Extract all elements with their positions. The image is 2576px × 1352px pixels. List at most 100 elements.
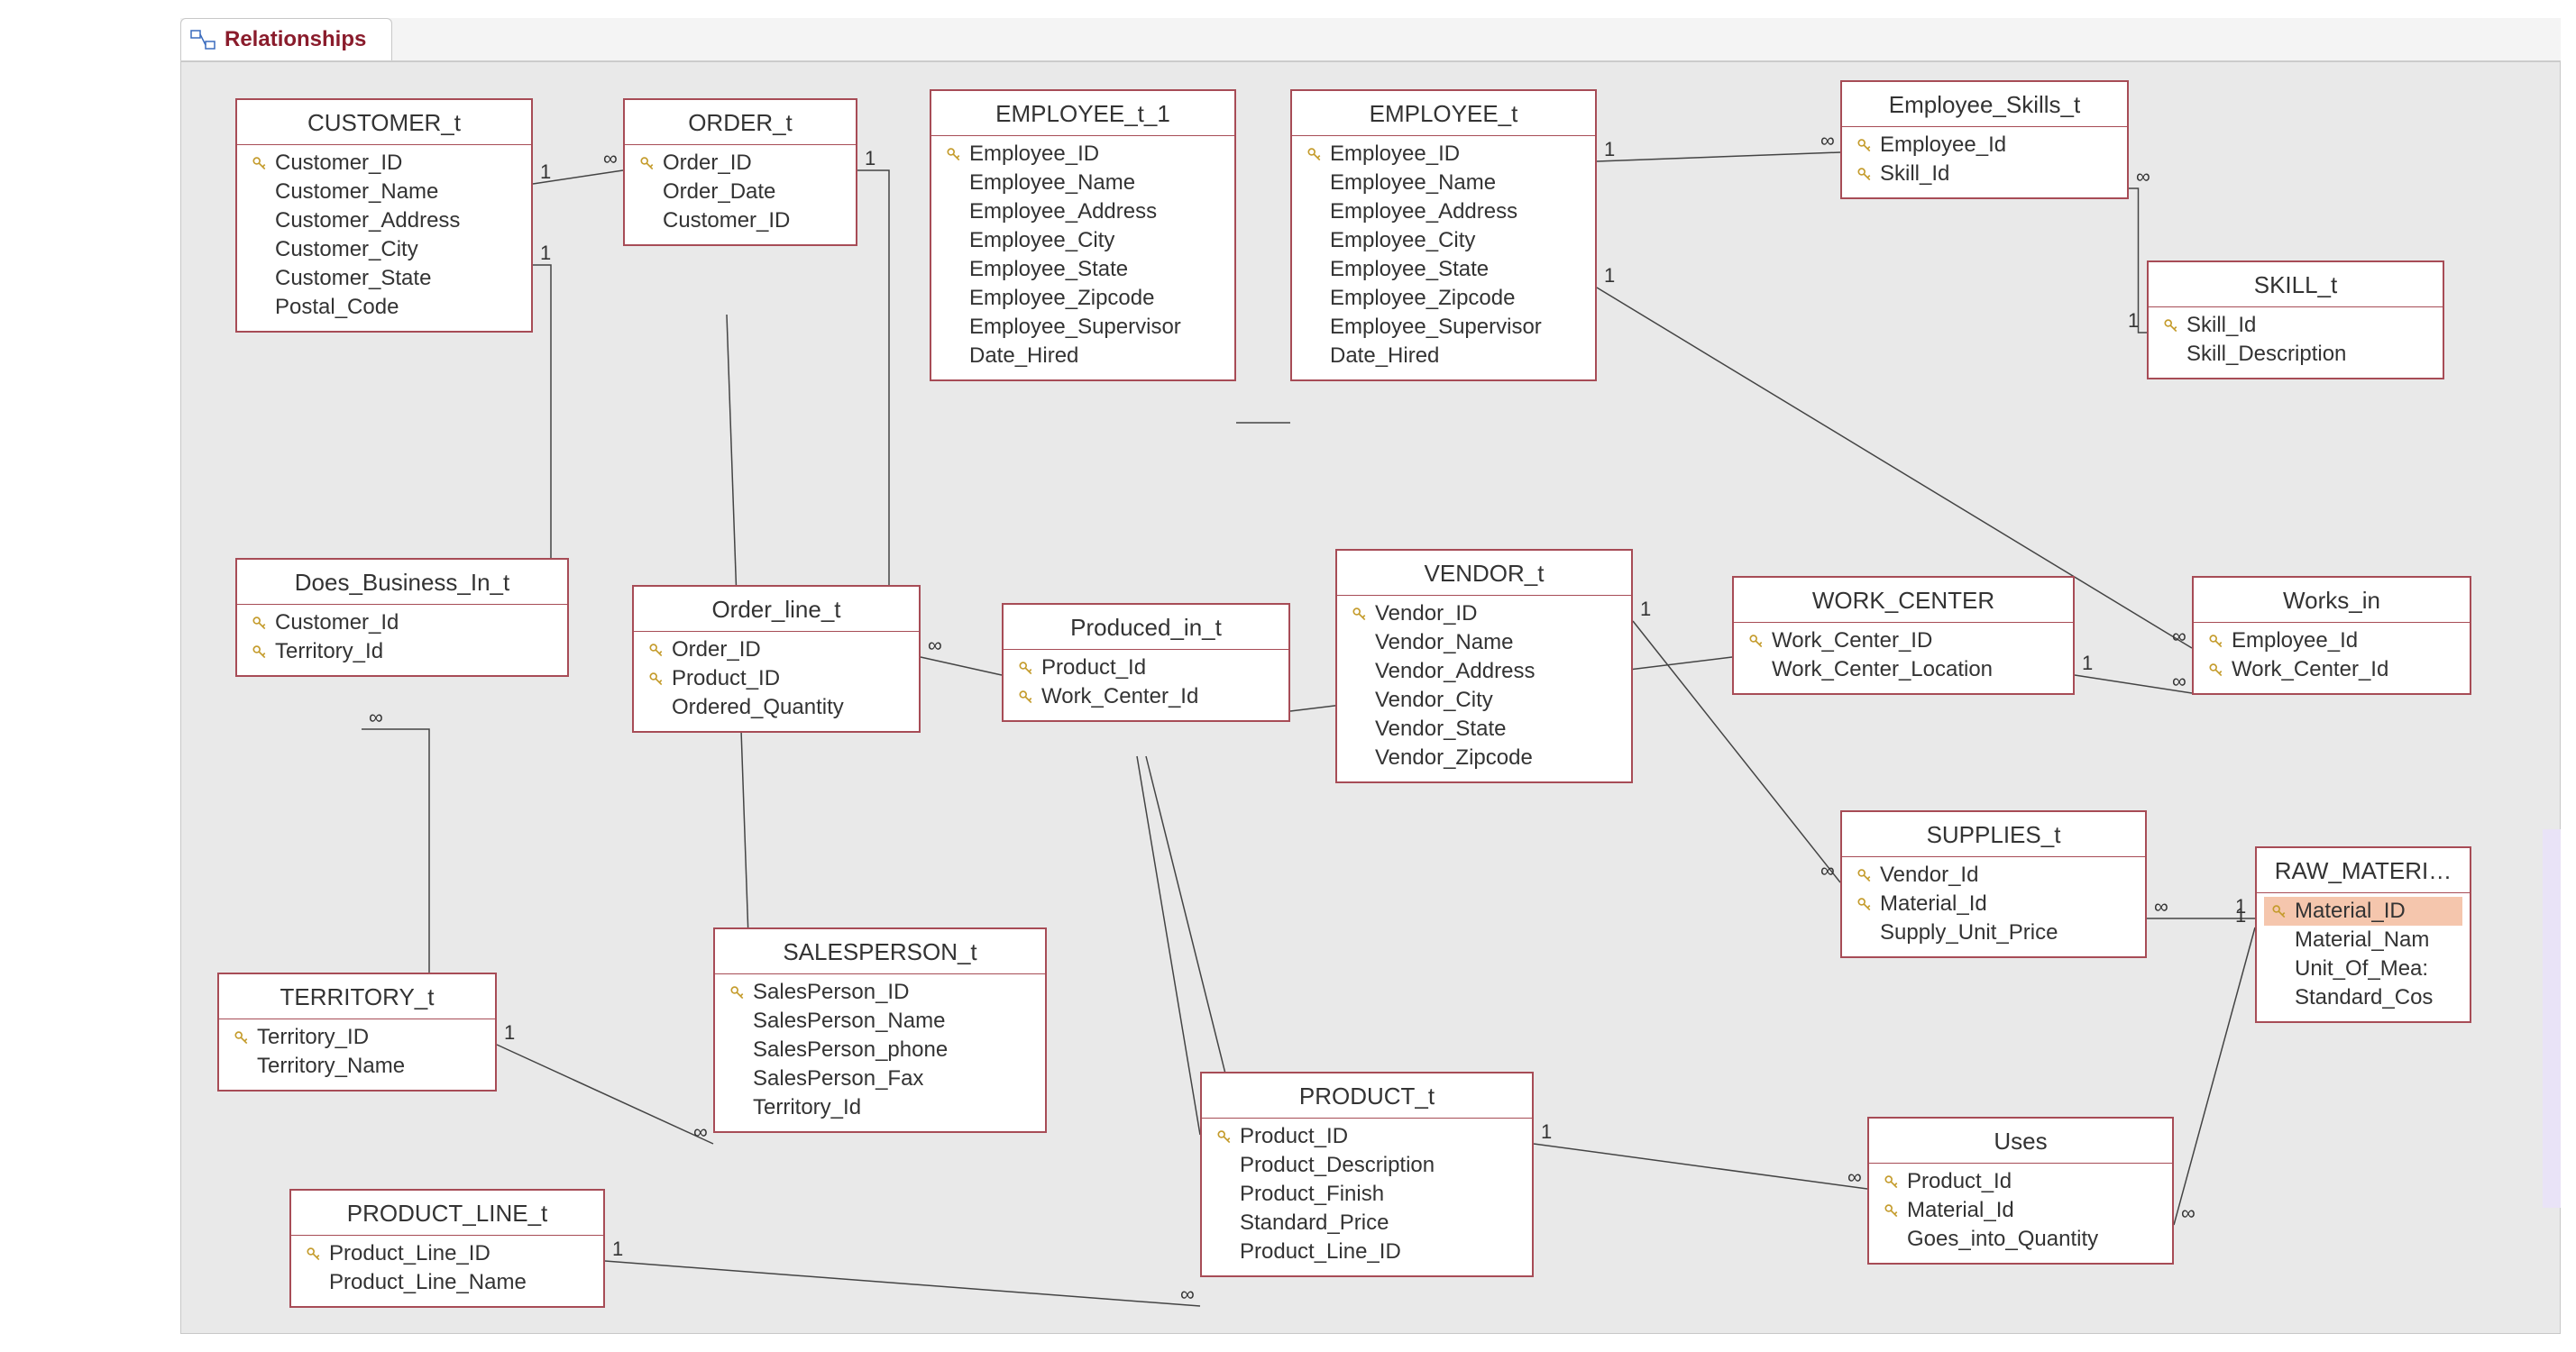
field-product_finish[interactable]: Product_Finish <box>1209 1180 1525 1209</box>
field-product_id[interactable]: Product_Id <box>1011 653 1281 682</box>
table-emp[interactable]: EMPLOYEE_tEmployee_IDEmployee_NameEmploy… <box>1290 89 1597 381</box>
table-orderline[interactable]: Order_line_t Order_IDProduct_IDOrdered_Qu… <box>632 585 921 733</box>
field-postal_code[interactable]: Postal_Code <box>244 293 524 322</box>
key-icon <box>1882 1172 1902 1192</box>
field-customer_city[interactable]: Customer_City <box>244 235 524 264</box>
field-territory_name[interactable]: Territory_Name <box>226 1052 488 1081</box>
field-vendor_zipcode[interactable]: Vendor_Zipcode <box>1344 744 1624 772</box>
field-order_id[interactable]: Order_ID <box>641 635 912 664</box>
field-customer_state[interactable]: Customer_State <box>244 264 524 293</box>
table-worksin[interactable]: Works_inEmployee_IdWork_Center_Id <box>2192 576 2471 695</box>
table-emp1[interactable]: EMPLOYEE_t_1Employee_IDEmployee_NameEmpl… <box>930 89 1236 381</box>
field-product_id[interactable]: Product_ID <box>1209 1122 1525 1151</box>
field-salesperson_name[interactable]: SalesPerson_Name <box>722 1007 1038 1036</box>
field-material_id[interactable]: Material_Id <box>1849 890 2138 918</box>
table-uses[interactable]: UsesProduct_IdMaterial_IdGoes_into_Quant… <box>1867 1117 2174 1265</box>
field-employee_address[interactable]: Employee_Address <box>939 197 1227 226</box>
table-vendor[interactable]: VENDOR_tVendor_IDVendor_NameVendor_Addre… <box>1335 549 1633 783</box>
field-work_center_id[interactable]: Work_Center_Id <box>2201 655 2462 684</box>
field-name: Employee_Name <box>1330 170 1496 196</box>
field-order_id[interactable]: Order_ID <box>632 149 848 178</box>
field-employee_name[interactable]: Employee_Name <box>1299 169 1588 197</box>
field-employee_city[interactable]: Employee_City <box>1299 226 1588 255</box>
field-order_date[interactable]: Order_Date <box>632 178 848 206</box>
field-employee_id[interactable]: Employee_ID <box>939 140 1227 169</box>
field-salesperson_id[interactable]: SalesPerson_ID <box>722 978 1038 1007</box>
svg-text:∞: ∞ <box>603 147 618 169</box>
tab-relationships[interactable]: Relationships <box>180 18 392 60</box>
field-employee_name[interactable]: Employee_Name <box>939 169 1227 197</box>
field-territory_id[interactable]: Territory_Id <box>244 637 560 666</box>
table-order[interactable]: ORDER_t Order_IDOrder_DateCustomer_ID <box>623 98 857 246</box>
field-employee_id[interactable]: Employee_ID <box>1299 140 1588 169</box>
table-producedin[interactable]: Produced_in_tProduct_IdWork_Center_Id <box>1002 603 1290 722</box>
field-customer_id[interactable]: Customer_ID <box>632 206 848 235</box>
field-ordered_quantity[interactable]: Ordered_Quantity <box>641 693 912 722</box>
field-vendor_name[interactable]: Vendor_Name <box>1344 628 1624 657</box>
table-workcenter[interactable]: WORK_CENTERWork_Center_IDWork_Center_Loc… <box>1732 576 2075 695</box>
field-employee_address[interactable]: Employee_Address <box>1299 197 1588 226</box>
table-productline[interactable]: PRODUCT_LINE_tProduct_Line_IDProduct_Lin… <box>289 1189 605 1308</box>
field-material_id[interactable]: Material_Id <box>1876 1196 2165 1225</box>
field-employee_state[interactable]: Employee_State <box>1299 255 1588 284</box>
field-name: Product_Id <box>1907 1169 2012 1194</box>
field-territory_id[interactable]: Territory_ID <box>226 1023 488 1052</box>
field-name: Customer_ID <box>663 208 790 233</box>
field-product_line_id[interactable]: Product_Line_ID <box>1209 1238 1525 1266</box>
field-product_id[interactable]: Product_Id <box>1876 1167 2165 1196</box>
field-salesperson_phone[interactable]: SalesPerson_phone <box>722 1036 1038 1064</box>
field-supply_unit_price[interactable]: Supply_Unit_Price <box>1849 918 2138 947</box>
field-date_hired[interactable]: Date_Hired <box>1299 342 1588 370</box>
field-employee_zipcode[interactable]: Employee_Zipcode <box>939 284 1227 313</box>
table-title: ORDER_t <box>625 100 856 145</box>
key-icon <box>1746 631 1766 651</box>
field-employee_supervisor[interactable]: Employee_Supervisor <box>939 313 1227 342</box>
field-employee_supervisor[interactable]: Employee_Supervisor <box>1299 313 1588 342</box>
field-vendor_state[interactable]: Vendor_State <box>1344 715 1624 744</box>
field-territory_id[interactable]: Territory_Id <box>722 1093 1038 1122</box>
field-customer_id[interactable]: Customer_ID <box>244 149 524 178</box>
field-product_id[interactable]: Product_ID <box>641 664 912 693</box>
field-product_line_id[interactable]: Product_Line_ID <box>298 1239 596 1268</box>
field-standard_price[interactable]: Standard_Price <box>1209 1209 1525 1238</box>
table-territory[interactable]: TERRITORY_tTerritory_IDTerritory_Name <box>217 973 497 1092</box>
field-skill_description[interactable]: Skill_Description <box>2156 340 2435 369</box>
field-customer_id[interactable]: Customer_Id <box>244 608 560 637</box>
field-product_line_name[interactable]: Product_Line_Name <box>298 1268 596 1297</box>
table-empskill[interactable]: Employee_Skills_tEmployee_IdSkill_Id <box>1840 80 2129 199</box>
table-skill[interactable]: SKILL_tSkill_IdSkill_Description <box>2147 260 2444 379</box>
field-unit_of_mea:[interactable]: Unit_Of_Mea: <box>2264 955 2462 983</box>
table-title: Order_line_t <box>634 587 919 632</box>
field-standard_cos[interactable]: Standard_Cos <box>2264 983 2462 1012</box>
table-dbin[interactable]: Does_Business_In_tCustomer_IdTerritory_I… <box>235 558 569 677</box>
field-employee_zipcode[interactable]: Employee_Zipcode <box>1299 284 1588 313</box>
field-goes_into_quantity[interactable]: Goes_into_Quantity <box>1876 1225 2165 1254</box>
field-vendor_address[interactable]: Vendor_Address <box>1344 657 1624 686</box>
field-vendor_id[interactable]: Vendor_ID <box>1344 599 1624 628</box>
field-customer_address[interactable]: Customer_Address <box>244 206 524 235</box>
field-skill_id[interactable]: Skill_Id <box>1849 160 2120 188</box>
field-material_nam[interactable]: Material_Nam <box>2264 926 2462 955</box>
field-vendor_city[interactable]: Vendor_City <box>1344 686 1624 715</box>
field-product_description[interactable]: Product_Description <box>1209 1151 1525 1180</box>
field-work_center_id[interactable]: Work_Center_ID <box>1741 626 2066 655</box>
field-skill_id[interactable]: Skill_Id <box>2156 311 2435 340</box>
field-employee_state[interactable]: Employee_State <box>939 255 1227 284</box>
table-product[interactable]: PRODUCT_tProduct_IDProduct_DescriptionPr… <box>1200 1072 1534 1277</box>
table-customer[interactable]: CUSTOMER_tCustomer_IDCustomer_NameCustom… <box>235 98 533 333</box>
field-salesperson_fax[interactable]: SalesPerson_Fax <box>722 1064 1038 1093</box>
field-vendor_id[interactable]: Vendor_Id <box>1849 861 2138 890</box>
field-customer_name[interactable]: Customer_Name <box>244 178 524 206</box>
field-work_center_location[interactable]: Work_Center_Location <box>1741 655 2066 684</box>
relationships-canvas[interactable]: 1∞1∞1∞1∞∞11∞1∞1∞1∞∞11∞∞1∞∞1∞11∞ CUSTOMER… <box>180 61 2561 1334</box>
field-work_center_id[interactable]: Work_Center_Id <box>1011 682 1281 711</box>
field-employee_id[interactable]: Employee_Id <box>1849 131 2120 160</box>
table-rawmat[interactable]: RAW_MATERI…Material_IDMaterial_NamUnit_O… <box>2255 846 2471 1023</box>
field-date_hired[interactable]: Date_Hired <box>939 342 1227 370</box>
table-supplies[interactable]: SUPPLIES_tVendor_IdMaterial_IdSupply_Uni… <box>1840 810 2147 958</box>
table-salesperson[interactable]: SALESPERSON_tSalesPerson_IDSalesPerson_N… <box>713 927 1047 1133</box>
key-icon <box>1882 1201 1902 1220</box>
field-material_id[interactable]: Material_ID <box>2264 897 2462 926</box>
field-employee_id[interactable]: Employee_Id <box>2201 626 2462 655</box>
field-employee_city[interactable]: Employee_City <box>939 226 1227 255</box>
